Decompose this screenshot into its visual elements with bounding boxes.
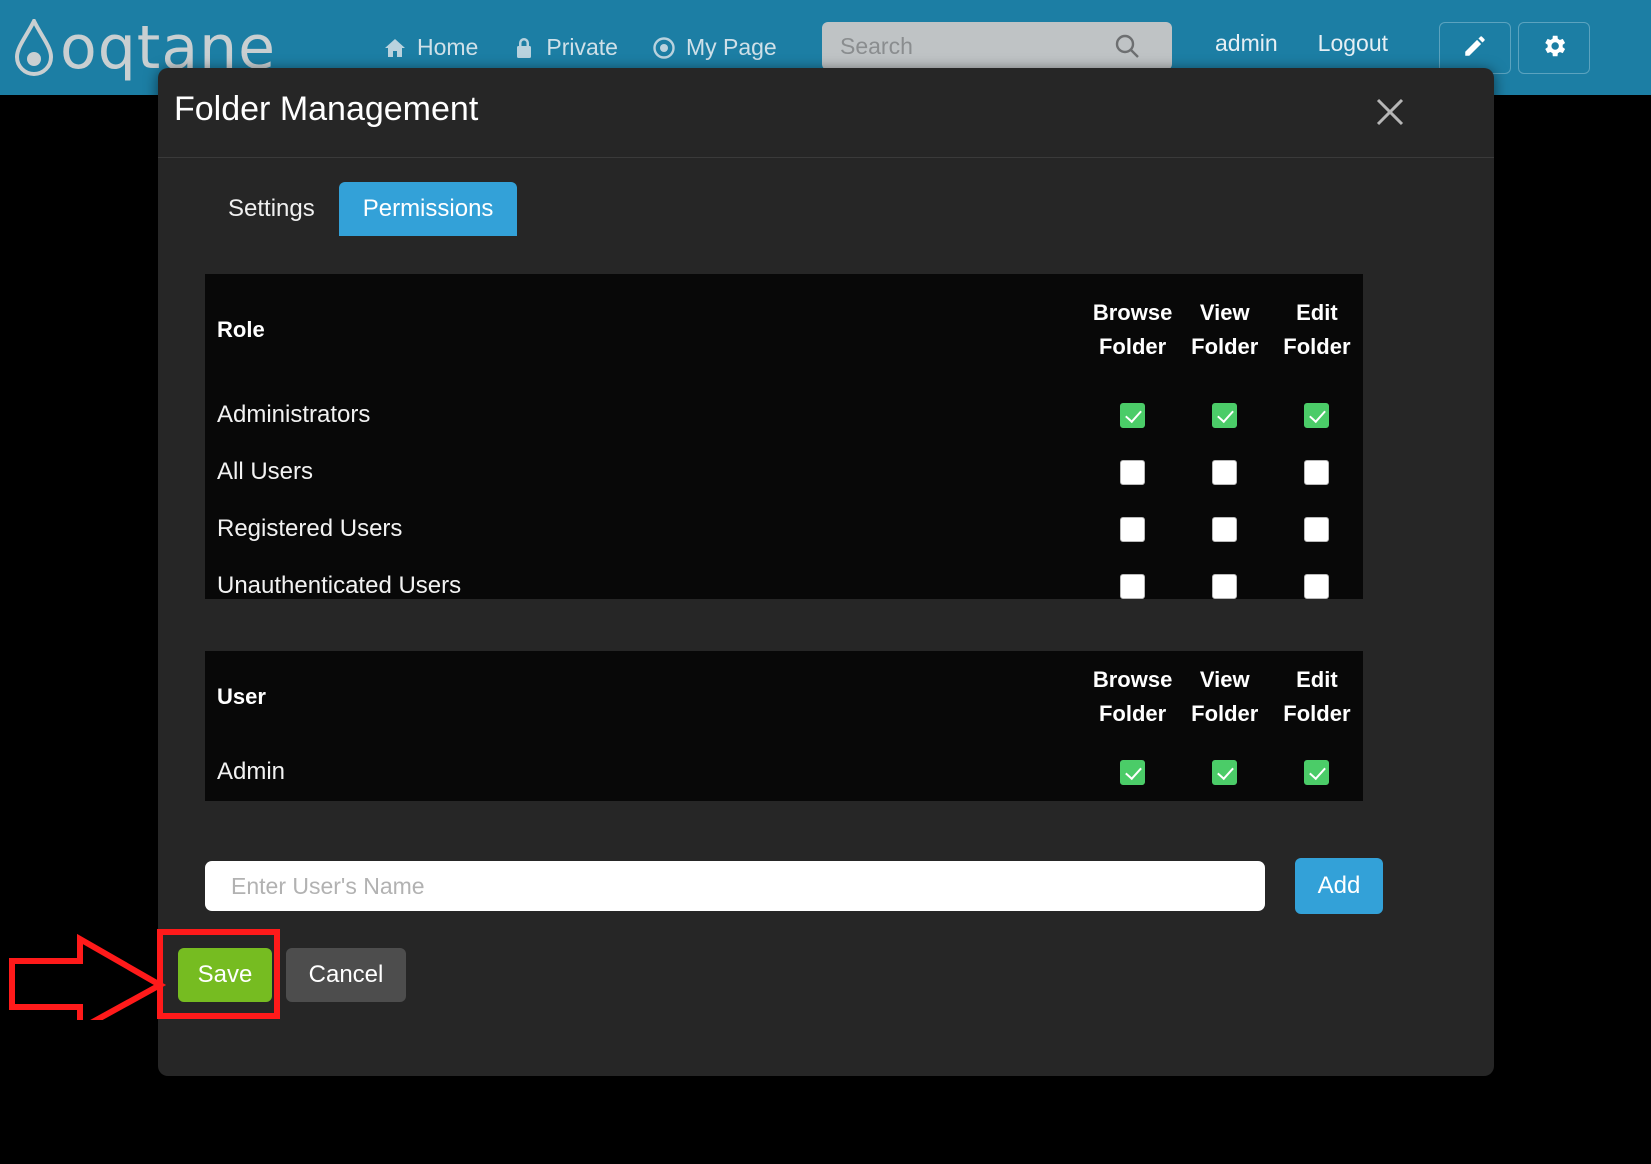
- role-permissions-table: Role Browse Folder View Folder Edit Fold…: [205, 274, 1363, 599]
- table-header-row: User Browse Folder View Folder Edit Fold…: [205, 651, 1363, 743]
- user-permissions-table: User Browse Folder View Folder Edit Fold…: [205, 651, 1363, 801]
- user-column-header: User: [217, 684, 266, 709]
- site-settings-button[interactable]: [1518, 22, 1590, 74]
- permission-cell[interactable]: [1179, 557, 1271, 614]
- nav-label-home: Home: [417, 34, 479, 60]
- page-root: oqtane Home Private My Page Search admin…: [0, 0, 1651, 1164]
- edit-folder-column-header: Edit Folder: [1283, 666, 1351, 726]
- modal-title: Folder Management: [174, 90, 479, 128]
- user-name: Admin: [217, 757, 286, 785]
- search-icon[interactable]: [1102, 32, 1152, 60]
- view-folder-checkbox[interactable]: [1212, 402, 1238, 428]
- permission-cell[interactable]: [1179, 500, 1271, 557]
- browse-folder-checkbox[interactable]: [1120, 459, 1146, 485]
- add-user-row: Add: [205, 858, 1383, 914]
- role-name: Administrators: [217, 400, 371, 428]
- browse-folder-checkbox[interactable]: [1120, 573, 1146, 599]
- edit-folder-checkbox[interactable]: [1304, 402, 1330, 428]
- browse-folder-column-header: Browse Folder: [1092, 299, 1173, 359]
- modal-footer: Save Cancel: [178, 948, 406, 1002]
- cancel-button[interactable]: Cancel: [286, 948, 406, 1002]
- permission-cell[interactable]: [1179, 443, 1271, 500]
- right-arrow-annotation: [9, 933, 167, 1020]
- view-folder-checkbox[interactable]: [1212, 573, 1238, 599]
- edit-folder-checkbox[interactable]: [1304, 759, 1330, 785]
- nav-item-private[interactable]: Private: [512, 34, 618, 61]
- view-folder-column-header: View Folder: [1191, 299, 1259, 359]
- role-name: Unauthenticated Users: [217, 571, 462, 599]
- tab-settings[interactable]: Settings: [204, 182, 339, 236]
- permission-cell[interactable]: [1271, 386, 1363, 443]
- pencil-icon: [1462, 33, 1488, 64]
- permission-cell[interactable]: [1271, 743, 1363, 800]
- table-row: Admin: [205, 743, 1363, 800]
- search-box[interactable]: [822, 22, 1172, 70]
- logout-link[interactable]: Logout: [1318, 30, 1388, 57]
- edit-folder-checkbox[interactable]: [1304, 573, 1330, 599]
- edit-mode-button[interactable]: [1439, 22, 1511, 74]
- search-input[interactable]: [822, 24, 1102, 68]
- lock-icon: [512, 36, 536, 60]
- save-button[interactable]: Save: [178, 948, 272, 1002]
- permission-cell[interactable]: [1179, 386, 1271, 443]
- username-input[interactable]: [205, 861, 1265, 911]
- browse-folder-checkbox[interactable]: [1120, 759, 1146, 785]
- view-folder-column-header: View Folder: [1191, 666, 1259, 726]
- permission-cell[interactable]: [1271, 557, 1363, 614]
- home-icon: [383, 36, 407, 60]
- table-row: Administrators: [205, 386, 1363, 443]
- table-row: Registered Users: [205, 500, 1363, 557]
- permission-cell[interactable]: [1087, 443, 1179, 500]
- permission-cell[interactable]: [1271, 443, 1363, 500]
- current-user-label[interactable]: admin: [1215, 30, 1278, 57]
- permission-cell[interactable]: [1271, 500, 1363, 557]
- permission-cell[interactable]: [1179, 743, 1271, 800]
- role-column-header: Role: [217, 317, 265, 342]
- browse-folder-checkbox[interactable]: [1120, 516, 1146, 542]
- gear-icon: [1540, 32, 1568, 65]
- modal-header: Folder Management: [158, 68, 1494, 158]
- add-user-button[interactable]: Add: [1295, 858, 1383, 914]
- view-folder-checkbox[interactable]: [1212, 459, 1238, 485]
- user-menu: admin Logout: [1215, 30, 1388, 57]
- role-name: All Users: [217, 457, 314, 485]
- edit-folder-checkbox[interactable]: [1304, 516, 1330, 542]
- view-folder-checkbox[interactable]: [1212, 759, 1238, 785]
- main-nav: Home Private My Page: [383, 34, 777, 61]
- edit-folder-checkbox[interactable]: [1304, 459, 1330, 485]
- modal-tabs: Settings Permissions: [204, 182, 518, 236]
- tab-permissions[interactable]: Permissions: [338, 182, 518, 236]
- nav-item-home[interactable]: Home: [383, 34, 478, 61]
- water-drop-icon: [14, 18, 54, 77]
- view-folder-checkbox[interactable]: [1212, 516, 1238, 542]
- target-icon: [652, 36, 676, 60]
- permission-cell[interactable]: [1087, 743, 1179, 800]
- nav-item-my-page[interactable]: My Page: [652, 34, 777, 61]
- nav-label-private: Private: [546, 34, 618, 60]
- table-header-row: Role Browse Folder View Folder Edit Fold…: [205, 274, 1363, 386]
- nav-label-my-page: My Page: [685, 34, 777, 60]
- table-row: Unauthenticated Users: [205, 557, 1363, 614]
- browse-folder-column-header: Browse Folder: [1092, 666, 1173, 726]
- table-row: All Users: [205, 443, 1363, 500]
- folder-management-modal: Folder Management Settings Permissions R…: [158, 68, 1494, 1076]
- role-name: Registered Users: [217, 514, 403, 542]
- edit-folder-column-header: Edit Folder: [1283, 299, 1351, 359]
- permission-cell[interactable]: [1087, 500, 1179, 557]
- permission-cell[interactable]: [1087, 386, 1179, 443]
- permission-cell[interactable]: [1087, 557, 1179, 614]
- close-icon[interactable]: [1372, 94, 1408, 130]
- browse-folder-checkbox[interactable]: [1120, 402, 1146, 428]
